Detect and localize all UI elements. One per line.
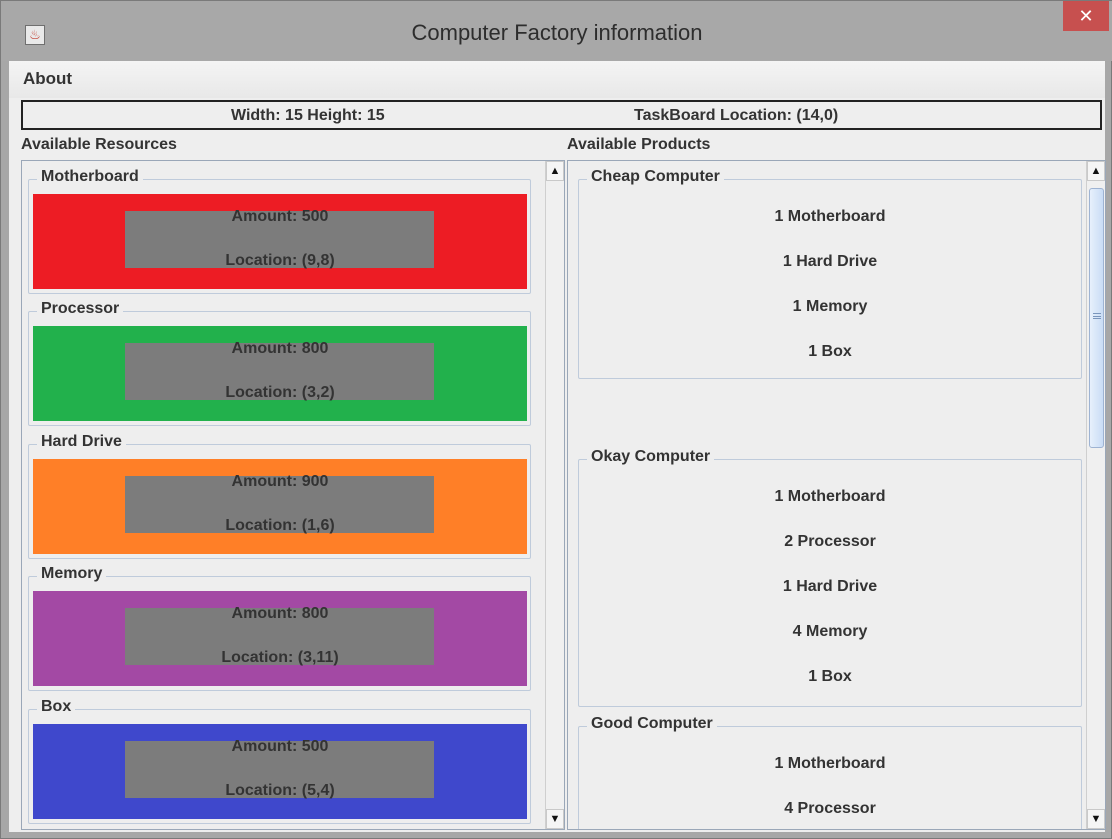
products-scroll-up-button[interactable]: ▲ xyxy=(1087,161,1105,181)
window-title: Computer Factory information xyxy=(411,20,703,45)
resource-card: Processor Amount: 800 Location: (3,2) xyxy=(28,300,531,426)
product-card: Cheap Computer 1 Motherboard 1 Hard Drive 1… xyxy=(578,168,1082,379)
resource-amount: Amount: 900 xyxy=(231,473,329,490)
product-part: 1 Box xyxy=(808,668,852,685)
product-name: Okay Computer xyxy=(587,448,715,466)
resource-location: Location: (1,6) xyxy=(225,517,335,534)
resource-amount: Amount: 800 xyxy=(231,605,329,622)
title-bar[interactable]: ♨ Computer Factory information ✕ xyxy=(1,1,1112,61)
resource-name: Motherboard xyxy=(37,168,143,186)
resource-color-band: Amount: 800 Location: (3,11) xyxy=(33,591,527,686)
products-scrollbar[interactable]: ▲ ▼ xyxy=(1086,161,1105,829)
product-part: 1 Motherboard xyxy=(774,208,886,225)
product-part: 1 Memory xyxy=(792,298,868,315)
resource-color-band: Amount: 800 Location: (3,2) xyxy=(33,326,527,421)
resource-name: Box xyxy=(37,698,76,716)
resources-scrollbar[interactable]: ▲ ▼ xyxy=(545,161,564,829)
resource-card: Box Amount: 500 Location: (5,4) xyxy=(28,698,531,824)
resources-scroll-up-button[interactable]: ▲ xyxy=(546,161,564,181)
resource-location: Location: (3,11) xyxy=(221,649,339,666)
available-products-title: Available Products xyxy=(567,136,711,153)
product-part: 1 Motherboard xyxy=(774,488,886,505)
product-part: 1 Box xyxy=(808,343,852,360)
resource-amount: Amount: 500 xyxy=(231,738,329,755)
resource-amount: Amount: 800 xyxy=(231,340,329,357)
product-card: Okay Computer 1 Motherboard 2 Processor 1 H… xyxy=(578,448,1082,707)
resource-name: Processor xyxy=(37,300,124,318)
close-button[interactable]: ✕ xyxy=(1063,1,1109,31)
product-name: Cheap Computer xyxy=(587,168,724,186)
resource-card: Memory Amount: 800 Location: (3,11) xyxy=(28,565,531,691)
resource-amount: Amount: 500 xyxy=(231,208,329,225)
taskboard-location: TaskBoard Location: (14,0) xyxy=(634,107,839,124)
available-resources-title: Available Resources xyxy=(21,136,177,153)
resource-location: Location: (5,4) xyxy=(225,782,335,799)
menu-about[interactable]: About xyxy=(23,69,72,89)
product-part: 1 Hard Drive xyxy=(782,253,878,270)
board-info-bar: Width: 15 Height: 15 TaskBoard Location:… xyxy=(21,100,1102,130)
window-content: About Width: 15 Height: 15 TaskBoard Loc… xyxy=(9,61,1106,832)
resource-color-band: Amount: 500 Location: (9,8) xyxy=(33,194,527,289)
product-part: 4 Memory xyxy=(792,623,868,640)
products-scroll-panel[interactable]: Cheap Computer 1 Motherboard 1 Hard Drive 1… xyxy=(567,160,1106,830)
resources-scroll-panel[interactable]: Motherboard Amount: 500 Location: (9,8) Pro… xyxy=(21,160,565,830)
product-part: 1 Motherboard xyxy=(774,755,886,772)
resource-name: Hard Drive xyxy=(37,433,126,451)
product-card: Good Computer1 Motherboard4 Processor2 H… xyxy=(578,715,1082,829)
resource-color-band: Amount: 500 Location: (5,4) xyxy=(33,724,527,819)
products-scroll-down-button[interactable]: ▼ xyxy=(1087,809,1105,829)
menu-bar: About xyxy=(9,61,1105,98)
resource-card: Motherboard Amount: 500 Location: (9,8) xyxy=(28,168,531,294)
product-part: 2 Processor xyxy=(784,533,876,550)
resource-color-band: Amount: 900 Location: (1,6) xyxy=(33,459,527,554)
resources-scroll-down-button[interactable]: ▼ xyxy=(546,809,564,829)
resource-location: Location: (9,8) xyxy=(225,252,335,269)
application-window: ♨ Computer Factory information ✕ About W… xyxy=(0,0,1112,839)
products-scroll-thumb[interactable] xyxy=(1089,188,1104,448)
product-part: 4 Processor xyxy=(784,800,876,817)
product-part: 1 Hard Drive xyxy=(782,578,878,595)
resource-location: Location: (3,2) xyxy=(225,384,335,401)
board-dimensions: Width: 15 Height: 15 xyxy=(231,107,385,124)
thumb-grip-icon xyxy=(1093,313,1101,319)
resource-card: Hard Drive Amount: 900 Location: (1,6) xyxy=(28,433,531,559)
product-name: Good Computer xyxy=(587,715,717,733)
resource-name: Memory xyxy=(37,565,107,583)
